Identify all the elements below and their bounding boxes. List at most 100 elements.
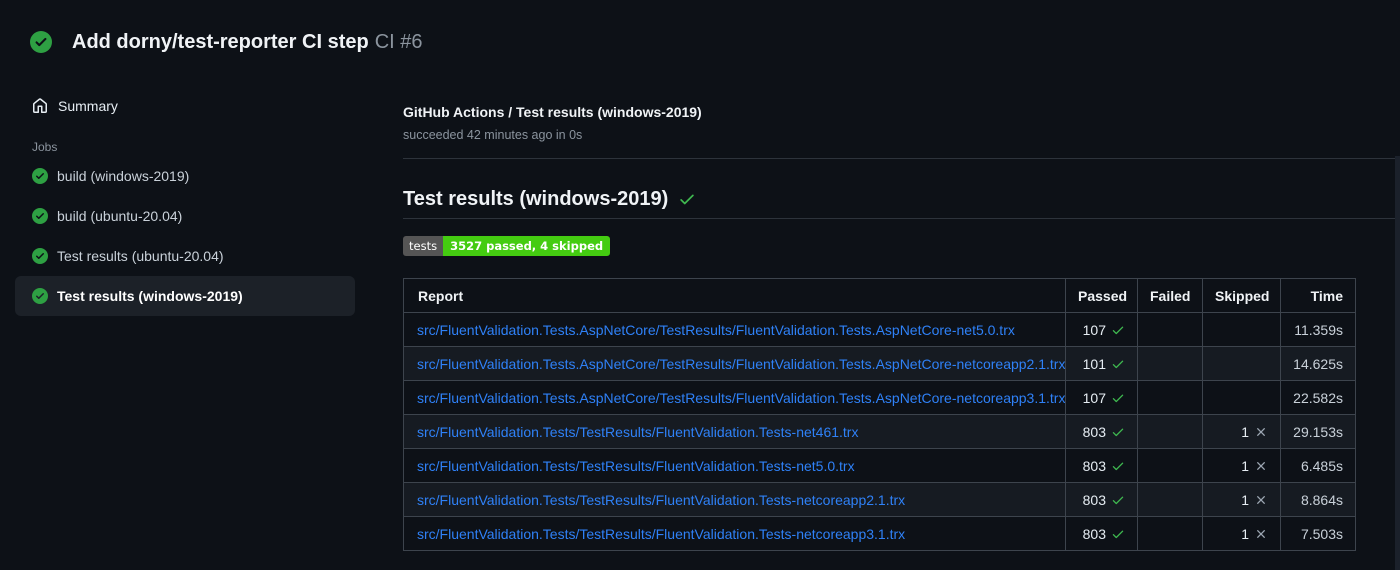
report-cell: src/FluentValidation.Tests/TestResults/F… <box>403 448 1066 483</box>
failed-cell <box>1137 380 1203 415</box>
job-label: build (ubuntu-20.04) <box>57 208 183 224</box>
main-content: GitHub Actions / Test results (windows-2… <box>355 82 1400 551</box>
check-icon <box>1112 496 1124 504</box>
check-circle-icon <box>32 248 48 264</box>
report-link[interactable]: src/FluentValidation.Tests/TestResults/F… <box>417 424 858 440</box>
time-cell: 22.582s <box>1280 380 1356 415</box>
time-cell: 7.503s <box>1280 516 1356 551</box>
report-link[interactable]: src/FluentValidation.Tests.AspNetCore/Te… <box>417 356 1065 372</box>
column-header-report: Report <box>403 278 1066 313</box>
skipped-cell <box>1202 380 1281 415</box>
report-cell: src/FluentValidation.Tests.AspNetCore/Te… <box>403 346 1066 381</box>
tests-badge: tests 3527 passed, 4 skipped <box>403 236 611 256</box>
passed-cell: 803 <box>1065 516 1138 551</box>
x-icon <box>1257 495 1265 504</box>
report-cell: src/FluentValidation.Tests/TestResults/F… <box>403 414 1066 449</box>
report-cell: src/FluentValidation.Tests/TestResults/F… <box>403 516 1066 551</box>
report-link[interactable]: src/FluentValidation.Tests/TestResults/F… <box>417 458 855 474</box>
sidebar: Summary Jobs build (windows-2019) build … <box>0 82 355 316</box>
passed-cell: 107 <box>1065 312 1138 347</box>
check-circle-icon <box>32 288 48 304</box>
test-results-table: Report Passed Failed Skipped Time src/Fl… <box>403 278 1356 551</box>
check-icon <box>1112 326 1124 334</box>
scrollbar-track[interactable] <box>1395 156 1400 570</box>
table-header-row: Report Passed Failed Skipped Time <box>403 278 1356 313</box>
results-heading-label: Test results (windows-2019) <box>403 188 669 210</box>
time-cell: 8.864s <box>1280 482 1356 517</box>
failed-cell <box>1137 346 1203 381</box>
jobs-section-label: Jobs <box>32 140 58 154</box>
table-row: src/FluentValidation.Tests/TestResults/F… <box>403 448 1356 483</box>
check-run-header: GitHub Actions / Test results (windows-2… <box>403 104 1400 159</box>
column-header-skipped: Skipped <box>1202 278 1281 313</box>
skipped-cell <box>1202 312 1281 347</box>
sidebar-job-item[interactable]: Test results (ubuntu-20.04) <box>15 236 355 276</box>
column-header-passed: Passed <box>1065 278 1138 313</box>
check-icon <box>1112 394 1124 402</box>
workflow-run-header: Add dorny/test-reporter CI step CI #6 <box>0 0 1400 82</box>
sidebar-job-item[interactable]: build (windows-2019) <box>15 156 355 196</box>
check-icon <box>1112 530 1124 538</box>
passed-cell: 107 <box>1065 380 1138 415</box>
check-circle-icon <box>32 208 48 224</box>
failed-cell <box>1137 448 1203 483</box>
failed-cell <box>1137 482 1203 517</box>
table-row: src/FluentValidation.Tests/TestResults/F… <box>403 516 1356 551</box>
check-run-title: GitHub Actions / Test results (windows-2… <box>403 104 702 120</box>
table-row: src/FluentValidation.Tests.AspNetCore/Te… <box>403 312 1356 347</box>
home-icon <box>33 98 47 113</box>
table-row: src/FluentValidation.Tests/TestResults/F… <box>403 482 1356 517</box>
jobs-list: build (windows-2019) build (ubuntu-20.04… <box>15 156 355 316</box>
report-cell: src/FluentValidation.Tests.AspNetCore/Te… <box>403 380 1066 415</box>
time-cell: 14.625s <box>1280 346 1356 381</box>
check-icon <box>680 194 695 205</box>
skipped-cell: 1 <box>1202 516 1281 551</box>
report-link[interactable]: src/FluentValidation.Tests.AspNetCore/Te… <box>417 390 1065 406</box>
check-circle-icon <box>30 31 52 53</box>
check-circle-icon <box>32 168 48 184</box>
report-link[interactable]: src/FluentValidation.Tests.AspNetCore/Te… <box>417 322 1015 338</box>
report-link[interactable]: src/FluentValidation.Tests/TestResults/F… <box>417 526 905 542</box>
x-icon <box>1257 427 1265 436</box>
workflow-run-title: Add dorny/test-reporter CI step <box>72 31 369 53</box>
run-number: CI #6 <box>374 31 423 53</box>
sidebar-job-item[interactable]: Test results (windows-2019) <box>15 276 355 316</box>
time-cell: 29.153s <box>1280 414 1356 449</box>
time-cell: 11.359s <box>1280 312 1356 347</box>
check-icon <box>1112 360 1124 368</box>
tests-badge-label: tests <box>403 236 444 256</box>
table-row: src/FluentValidation.Tests/TestResults/F… <box>403 414 1356 449</box>
sidebar-item-summary[interactable]: Summary <box>15 90 355 122</box>
table-row: src/FluentValidation.Tests.AspNetCore/Te… <box>403 346 1356 381</box>
passed-cell: 101 <box>1065 346 1138 381</box>
job-label: Test results (windows-2019) <box>57 288 243 304</box>
check-icon <box>1112 462 1124 470</box>
sidebar-job-item[interactable]: build (ubuntu-20.04) <box>15 196 355 236</box>
passed-cell: 803 <box>1065 414 1138 449</box>
passed-cell: 803 <box>1065 448 1138 483</box>
failed-cell <box>1137 312 1203 347</box>
skipped-cell <box>1202 346 1281 381</box>
report-cell: src/FluentValidation.Tests/TestResults/F… <box>403 482 1066 517</box>
report-link[interactable]: src/FluentValidation.Tests/TestResults/F… <box>417 492 905 508</box>
x-icon <box>1257 461 1265 470</box>
x-icon <box>1257 529 1265 538</box>
skipped-cell: 1 <box>1202 482 1281 517</box>
table-row: src/FluentValidation.Tests.AspNetCore/Te… <box>403 380 1356 415</box>
failed-cell <box>1137 516 1203 551</box>
column-header-time: Time <box>1280 278 1356 313</box>
results-heading: Test results (windows-2019) <box>403 187 1400 219</box>
check-run-status: succeeded 42 minutes ago in 0s <box>403 128 583 142</box>
job-label: build (windows-2019) <box>57 168 190 184</box>
job-label: Test results (ubuntu-20.04) <box>57 248 224 264</box>
report-cell: src/FluentValidation.Tests.AspNetCore/Te… <box>403 312 1066 347</box>
tests-badge-value: 3527 passed, 4 skipped <box>443 236 611 256</box>
skipped-cell: 1 <box>1202 414 1281 449</box>
sidebar-summary-label: Summary <box>58 98 118 114</box>
check-icon <box>1112 428 1124 436</box>
time-cell: 6.485s <box>1280 448 1356 483</box>
failed-cell <box>1137 414 1203 449</box>
page-title: Add dorny/test-reporter CI step CI #6 <box>72 30 423 54</box>
column-header-failed: Failed <box>1137 278 1203 313</box>
skipped-cell: 1 <box>1202 448 1281 483</box>
